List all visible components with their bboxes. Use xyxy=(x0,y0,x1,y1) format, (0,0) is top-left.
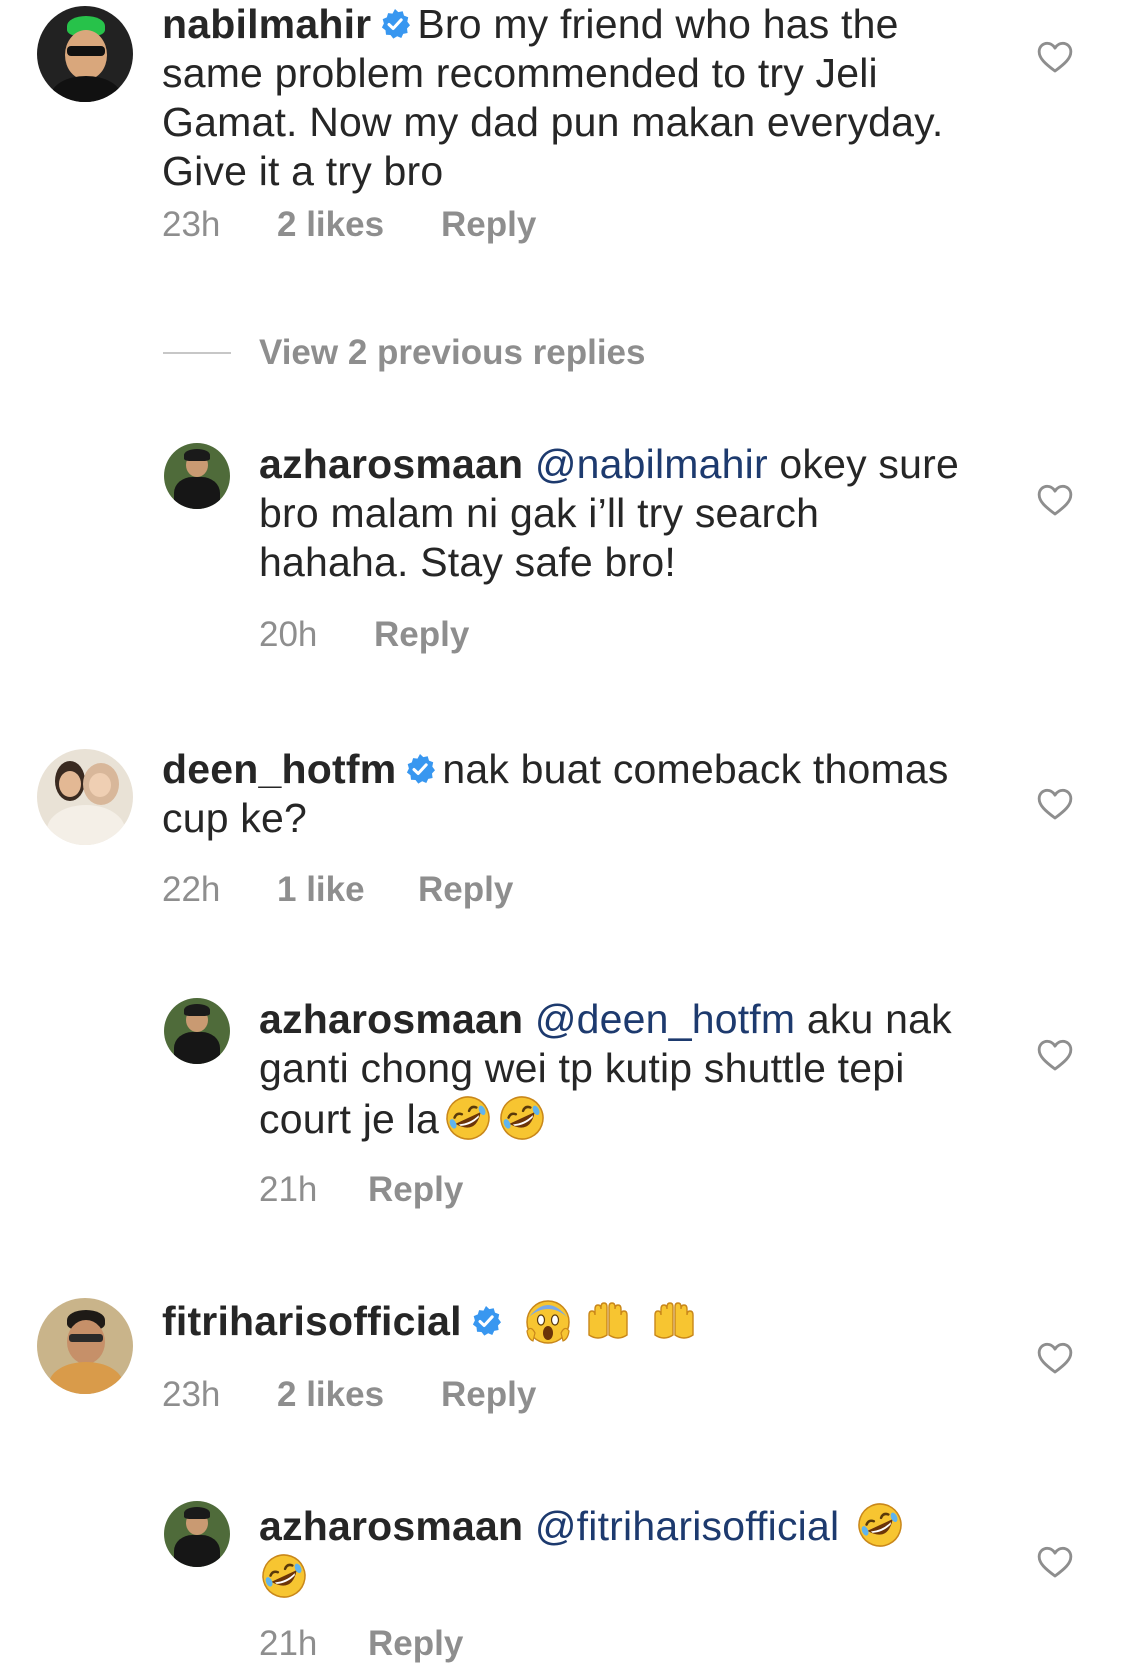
verified-badge-icon xyxy=(470,1305,502,1337)
rofl-emoji-icon xyxy=(443,1093,493,1143)
timestamp: 21h xyxy=(259,1170,318,1209)
comment-body: nabilmahir Bro my friend who has the same… xyxy=(162,0,962,196)
reply-button[interactable]: Reply xyxy=(368,1624,463,1664)
scream-emoji-icon xyxy=(523,1295,573,1345)
reply-button[interactable]: Reply xyxy=(374,615,469,655)
timestamp: 23h xyxy=(162,1375,221,1414)
like-heart-icon[interactable] xyxy=(1036,1543,1074,1579)
avatar[interactable] xyxy=(164,998,230,1064)
rofl-emoji-icon xyxy=(259,1551,309,1601)
reply-button[interactable]: Reply xyxy=(368,1170,463,1210)
comment-body: deen_hotfm nak buat comeback thomas cup k… xyxy=(162,745,962,843)
comment-meta: 23h 2 likes Reply xyxy=(162,1375,762,1415)
comment-body: azharosmaan @deen_hotfm aku nak ganti ch… xyxy=(259,995,969,1144)
avatar[interactable] xyxy=(37,1298,133,1394)
mention-link[interactable]: @deen_hotfm xyxy=(535,996,795,1042)
username[interactable]: azharosmaan xyxy=(259,1503,523,1549)
username[interactable]: azharosmaan xyxy=(259,996,523,1042)
comment-meta: 23h 2 likes Reply xyxy=(162,205,762,245)
comment-meta: 21h Reply xyxy=(259,1170,759,1210)
username[interactable]: nabilmahir xyxy=(162,1,371,47)
comment-body: fitriharisofficial xyxy=(162,1295,962,1346)
username[interactable]: azharosmaan xyxy=(259,441,523,487)
verified-badge-icon xyxy=(379,8,411,40)
comment-meta: 20h Reply xyxy=(259,615,759,655)
timestamp: 20h xyxy=(259,615,318,654)
verified-badge-icon xyxy=(404,753,436,785)
avatar[interactable] xyxy=(164,443,230,509)
likes-count[interactable]: 1 like xyxy=(277,870,365,910)
avatar[interactable] xyxy=(164,1501,230,1567)
likes-count[interactable]: 2 likes xyxy=(277,205,384,245)
like-heart-icon[interactable] xyxy=(1036,785,1074,821)
reply-button[interactable]: Reply xyxy=(418,870,513,910)
like-heart-icon[interactable] xyxy=(1036,481,1074,517)
avatar[interactable] xyxy=(37,749,133,845)
comment-body: azharosmaan @fitriharisofficial xyxy=(259,1500,969,1602)
like-heart-icon[interactable] xyxy=(1036,38,1074,74)
rofl-emoji-icon xyxy=(855,1500,905,1550)
comment-meta: 21h Reply xyxy=(259,1624,759,1664)
comment-meta: 22h 1 like Reply xyxy=(162,870,762,910)
username[interactable]: deen_hotfm xyxy=(162,746,396,792)
likes-count[interactable]: 2 likes xyxy=(277,1375,384,1415)
like-heart-icon[interactable] xyxy=(1036,1036,1074,1072)
username[interactable]: fitriharisofficial xyxy=(162,1298,462,1344)
divider xyxy=(163,352,231,354)
comment-body: azharosmaan @nabilmahir okey sure bro ma… xyxy=(259,440,969,587)
raised-hands-emoji-icon xyxy=(577,1295,639,1345)
reply-button[interactable]: Reply xyxy=(441,1375,536,1415)
timestamp: 21h xyxy=(259,1624,318,1663)
rofl-emoji-icon xyxy=(497,1093,547,1143)
timestamp: 23h xyxy=(162,205,221,244)
view-previous-replies-label[interactable]: View 2 previous replies xyxy=(259,333,646,373)
avatar[interactable] xyxy=(37,6,133,102)
like-heart-icon[interactable] xyxy=(1036,1339,1074,1375)
mention-link[interactable]: @nabilmahir xyxy=(535,441,768,487)
raised-hands-emoji-icon xyxy=(643,1295,705,1345)
timestamp: 22h xyxy=(162,870,221,909)
reply-button[interactable]: Reply xyxy=(441,205,536,245)
mention-link[interactable]: @fitriharisofficial xyxy=(535,1503,839,1549)
